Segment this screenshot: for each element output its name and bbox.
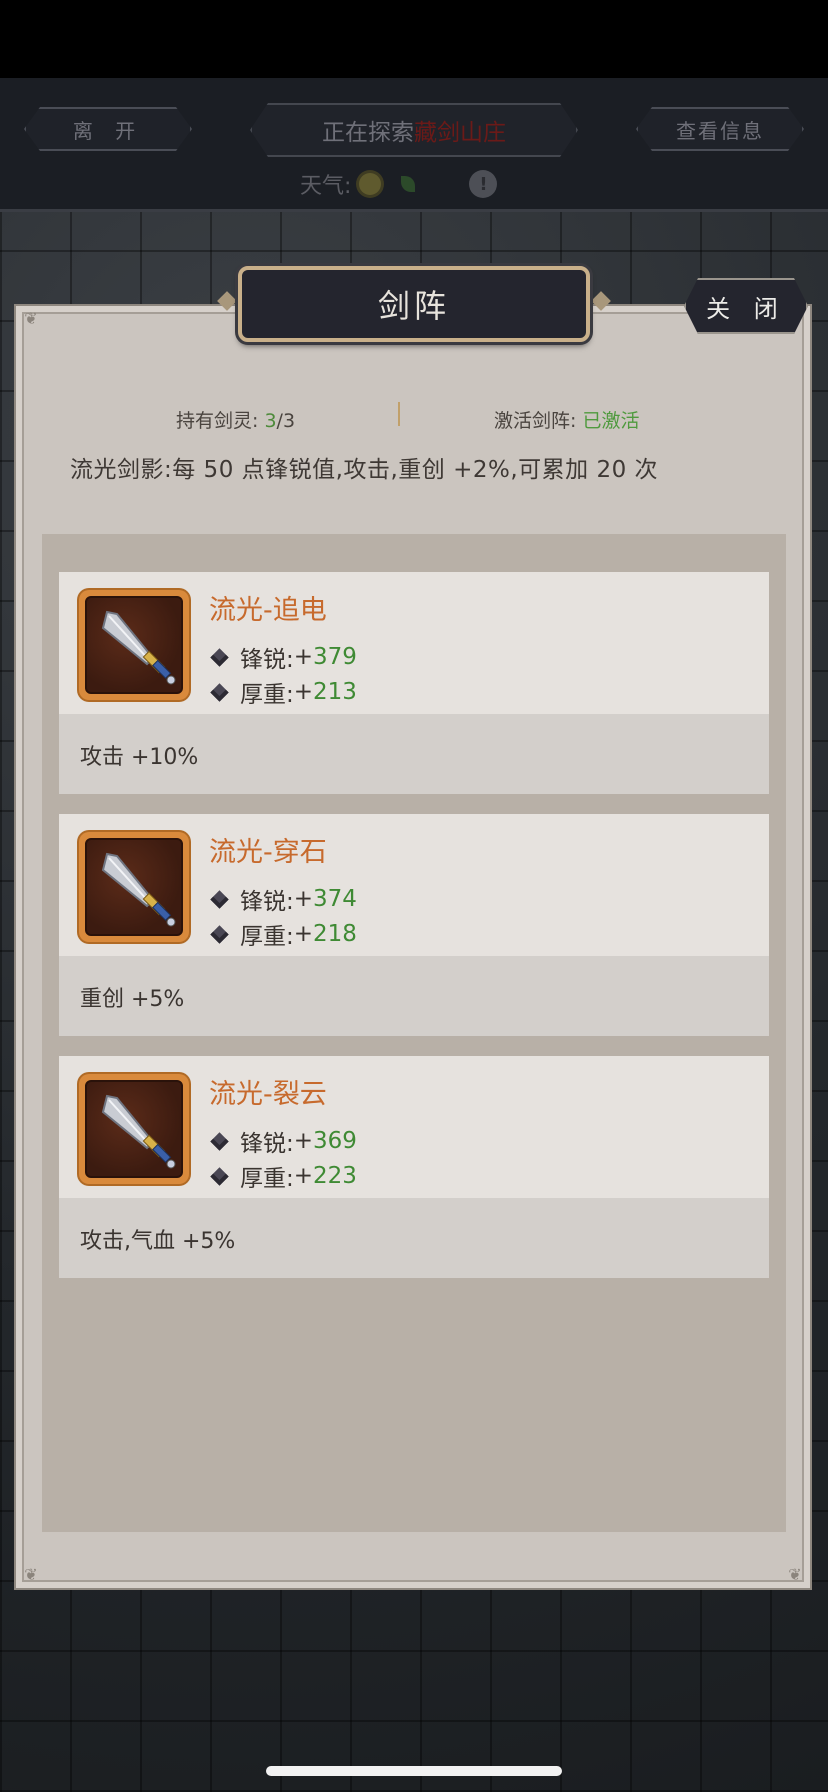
sword-icon[interactable] [79, 590, 189, 700]
sword-icon[interactable] [79, 1074, 189, 1184]
card-bonus: 重创 +5% [59, 956, 769, 1036]
home-indicator[interactable] [266, 1766, 562, 1776]
leaf-icon [401, 176, 416, 192]
stat-label: 锋锐: [240, 647, 294, 673]
sword-spirit-card[interactable]: 流光-裂云 锋锐: +369 厚重: +223 攻击,气血 +5% [59, 1056, 769, 1278]
diamond-icon [210, 1166, 229, 1186]
plus-sign: + [293, 644, 314, 670]
stat-label: 锋锐: [240, 1131, 294, 1157]
plus-sign: + [293, 1128, 314, 1154]
plus-sign: + [293, 886, 314, 912]
corner-ornament: ❦ [788, 1565, 802, 1584]
array-activation: 激活剑阵: 已激活 [494, 406, 639, 433]
stat-value: 379 [313, 644, 357, 670]
explore-status: 正在探索 藏剑山庄 [250, 103, 578, 157]
corner-ornament: ❦ [24, 309, 38, 328]
corner-ornament: ❦ [24, 1565, 38, 1584]
held-spirits-count: 3 [264, 410, 277, 432]
card-header: 流光-穿石 锋锐: +374 厚重: +218 [59, 814, 769, 956]
diamond-icon [210, 682, 229, 702]
sharpness-stat: 锋锐: +374 [209, 882, 357, 916]
array-activation-label: 激活剑阵: [494, 410, 577, 432]
weight-stat: 厚重: +223 [209, 1159, 357, 1193]
held-spirits: 持有剑灵: 3/3 [176, 406, 295, 433]
warning-icon[interactable]: ! [469, 170, 498, 198]
stat-label: 锋锐: [240, 889, 294, 915]
stat-label: 厚重: [240, 1166, 294, 1192]
spirit-name: 流光-追电 [209, 595, 327, 626]
stat-value: 213 [313, 679, 357, 705]
spirit-name: 流光-穿石 [209, 837, 327, 868]
stat-value: 223 [313, 1163, 357, 1189]
dialog-title: 剑阵 [238, 266, 590, 342]
close-button[interactable]: 关 闭 [684, 278, 808, 334]
weather-indicator: 天气: ! [300, 168, 498, 200]
sword-spirit-card[interactable]: 流光-追电 锋锐: +379 厚重: +213 攻击 +10% [59, 572, 769, 794]
sun-icon [359, 173, 382, 195]
spirit-name: 流光-裂云 [209, 1079, 327, 1110]
diamond-icon [210, 647, 229, 667]
weight-stat: 厚重: +213 [209, 675, 357, 709]
plus-sign: + [293, 1163, 314, 1189]
diamond-icon [210, 1131, 229, 1151]
stat-value: 218 [313, 921, 357, 947]
leave-button[interactable]: 离 开 [24, 107, 192, 151]
stat-value: 369 [313, 1128, 357, 1154]
stat-label: 厚重: [240, 924, 294, 950]
explore-prefix: 正在探索 [322, 120, 414, 146]
sharpness-stat: 锋锐: +369 [209, 1124, 357, 1158]
title-ornament-right [586, 294, 616, 308]
array-activation-status: 已激活 [582, 410, 640, 432]
array-effect-text: 流光剑影:每 50 点锋锐值,攻击,重创 +2%,可累加 20 次 [70, 457, 659, 483]
plus-sign: + [293, 921, 314, 947]
view-info-button[interactable]: 查看信息 [636, 107, 804, 151]
diamond-icon [210, 889, 229, 909]
stat-value: 374 [313, 886, 357, 912]
plus-sign: + [293, 679, 314, 705]
held-spirits-label: 持有剑灵: [176, 410, 259, 432]
sharpness-stat: 锋锐: +379 [209, 640, 357, 674]
held-spirits-total: /3 [276, 410, 296, 432]
diamond-icon [210, 924, 229, 944]
sword-icon[interactable] [79, 832, 189, 942]
card-header: 流光-追电 锋锐: +379 厚重: +213 [59, 572, 769, 714]
card-bonus: 攻击 +10% [59, 714, 769, 794]
explore-place: 藏剑山庄 [414, 120, 506, 146]
card-bonus: 攻击,气血 +5% [59, 1198, 769, 1278]
weight-stat: 厚重: +218 [209, 917, 357, 951]
card-header: 流光-裂云 锋锐: +369 厚重: +223 [59, 1056, 769, 1198]
stat-label: 厚重: [240, 682, 294, 708]
status-bar [0, 0, 828, 78]
sword-spirit-card[interactable]: 流光-穿石 锋锐: +374 厚重: +218 重创 +5% [59, 814, 769, 1036]
weather-label: 天气: [300, 174, 352, 199]
stat-divider [398, 402, 400, 426]
sword-array-stats: 持有剑灵: 3/3 激活剑阵: 已激活 [14, 400, 812, 436]
